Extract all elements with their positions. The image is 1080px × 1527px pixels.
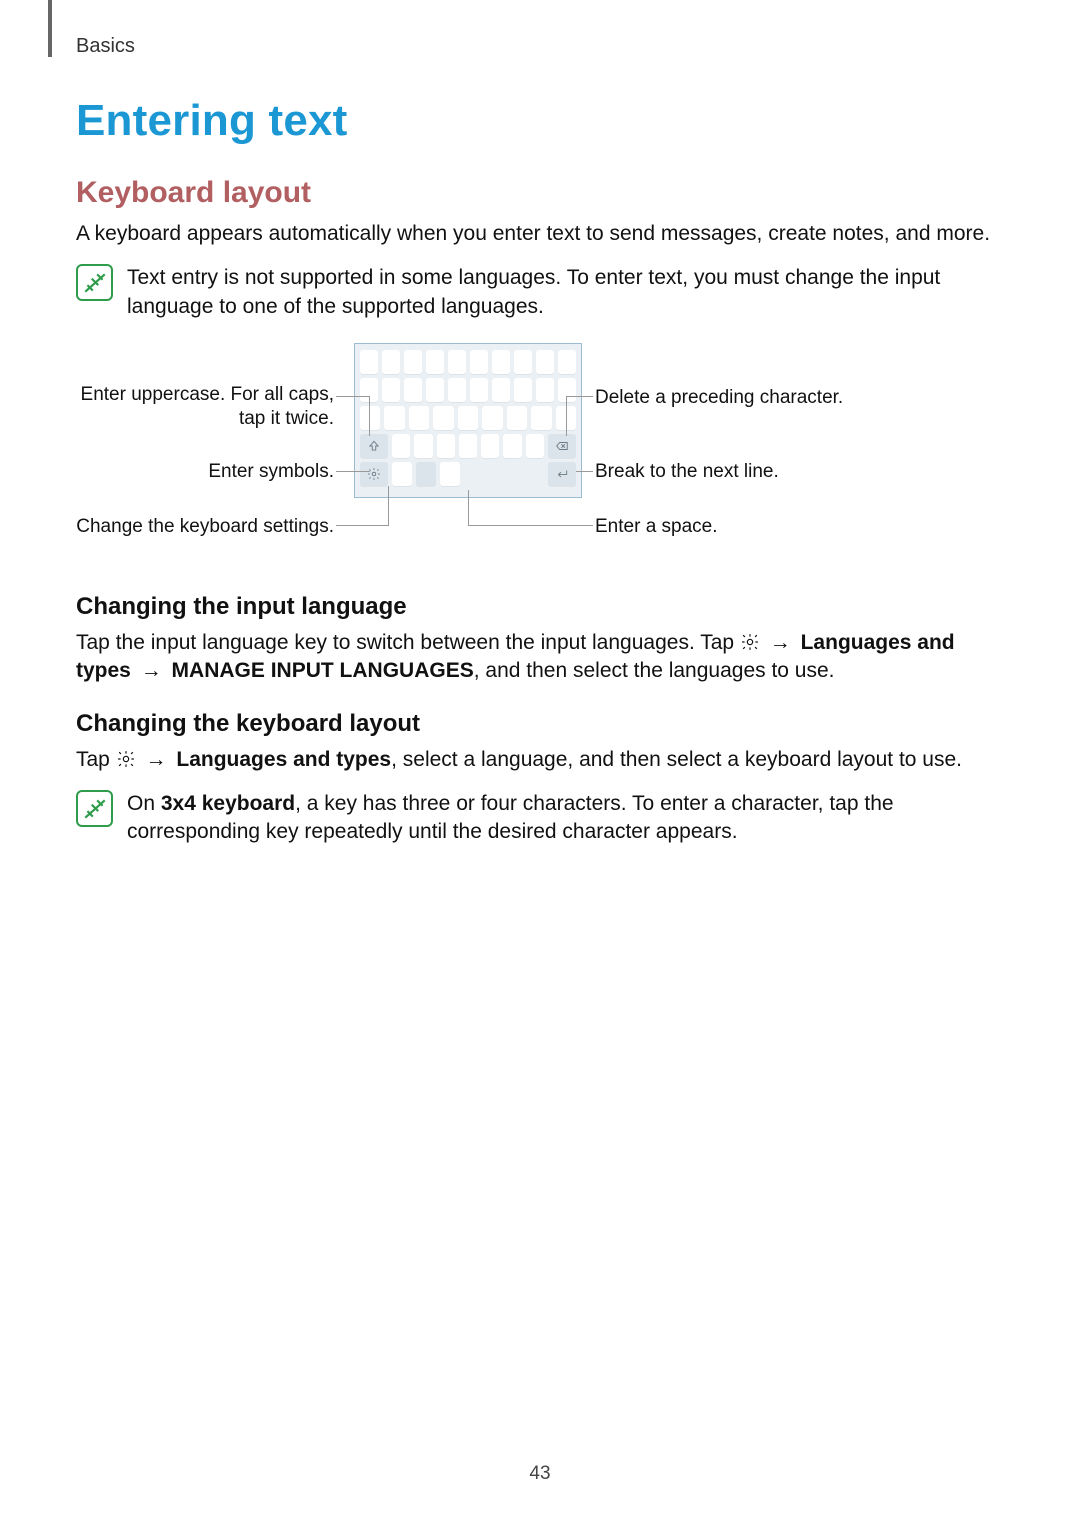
- intro-paragraph: A keyboard appears automatically when yo…: [76, 220, 1004, 248]
- callout-settings: Change the keyboard settings.: [76, 515, 334, 539]
- callout-shift: Enter uppercase. For all caps, tap it tw…: [76, 383, 334, 431]
- backspace-key-icon: [548, 434, 576, 458]
- callout-enter: Break to the next line.: [595, 460, 915, 484]
- arrow: →: [142, 748, 171, 771]
- bold-text: Languages and types: [176, 748, 391, 771]
- section-label: Basics: [76, 35, 135, 58]
- bold-text: 3x4 keyboard: [161, 792, 295, 815]
- page-number: 43: [0, 1463, 1080, 1485]
- subheading-input-language: Changing the input language: [76, 593, 1004, 621]
- note-text: On 3x4 keyboard, a key has three or four…: [127, 790, 1004, 847]
- note-icon: [76, 264, 113, 301]
- space-key: [416, 462, 436, 486]
- enter-key-icon: [548, 462, 576, 486]
- note-block: Text entry is not supported in some lang…: [76, 264, 1004, 321]
- settings-key-icon: [360, 462, 388, 486]
- shift-key-icon: [360, 434, 388, 458]
- page-tab-mark: [48, 0, 52, 57]
- keyboard-illustration: [354, 343, 582, 498]
- arrow: →: [137, 659, 166, 682]
- page-content: Entering text Keyboard layout A keyboard…: [76, 96, 1004, 869]
- text: , and then select the languages to use.: [474, 659, 835, 682]
- callout-symbols: Enter symbols.: [76, 460, 334, 484]
- paragraph-keyboard-layout: Tap → Languages and types, select a lang…: [76, 746, 1004, 774]
- note-text: Text entry is not supported in some lang…: [127, 264, 1004, 321]
- paragraph-input-language: Tap the input language key to switch bet…: [76, 629, 1004, 686]
- page-title: Entering text: [76, 96, 1004, 146]
- callout-space: Enter a space.: [595, 515, 915, 539]
- gear-icon: [740, 632, 760, 652]
- subheading-keyboard-layout: Changing the keyboard layout: [76, 710, 1004, 738]
- arrow: →: [766, 631, 795, 654]
- text: , select a language, and then select a k…: [391, 748, 962, 771]
- section-heading: Keyboard layout: [76, 176, 1004, 210]
- gear-icon: [116, 749, 136, 769]
- text: Tap: [76, 748, 116, 771]
- note-block: On 3x4 keyboard, a key has three or four…: [76, 790, 1004, 847]
- callout-delete: Delete a preceding character.: [595, 386, 955, 410]
- keyboard-diagram: Enter uppercase. For all caps, tap it tw…: [76, 343, 1004, 563]
- text: Tap the input language key to switch bet…: [76, 631, 740, 654]
- text: On: [127, 792, 161, 815]
- bold-text: MANAGE INPUT LANGUAGES: [172, 659, 474, 682]
- note-icon: [76, 790, 113, 827]
